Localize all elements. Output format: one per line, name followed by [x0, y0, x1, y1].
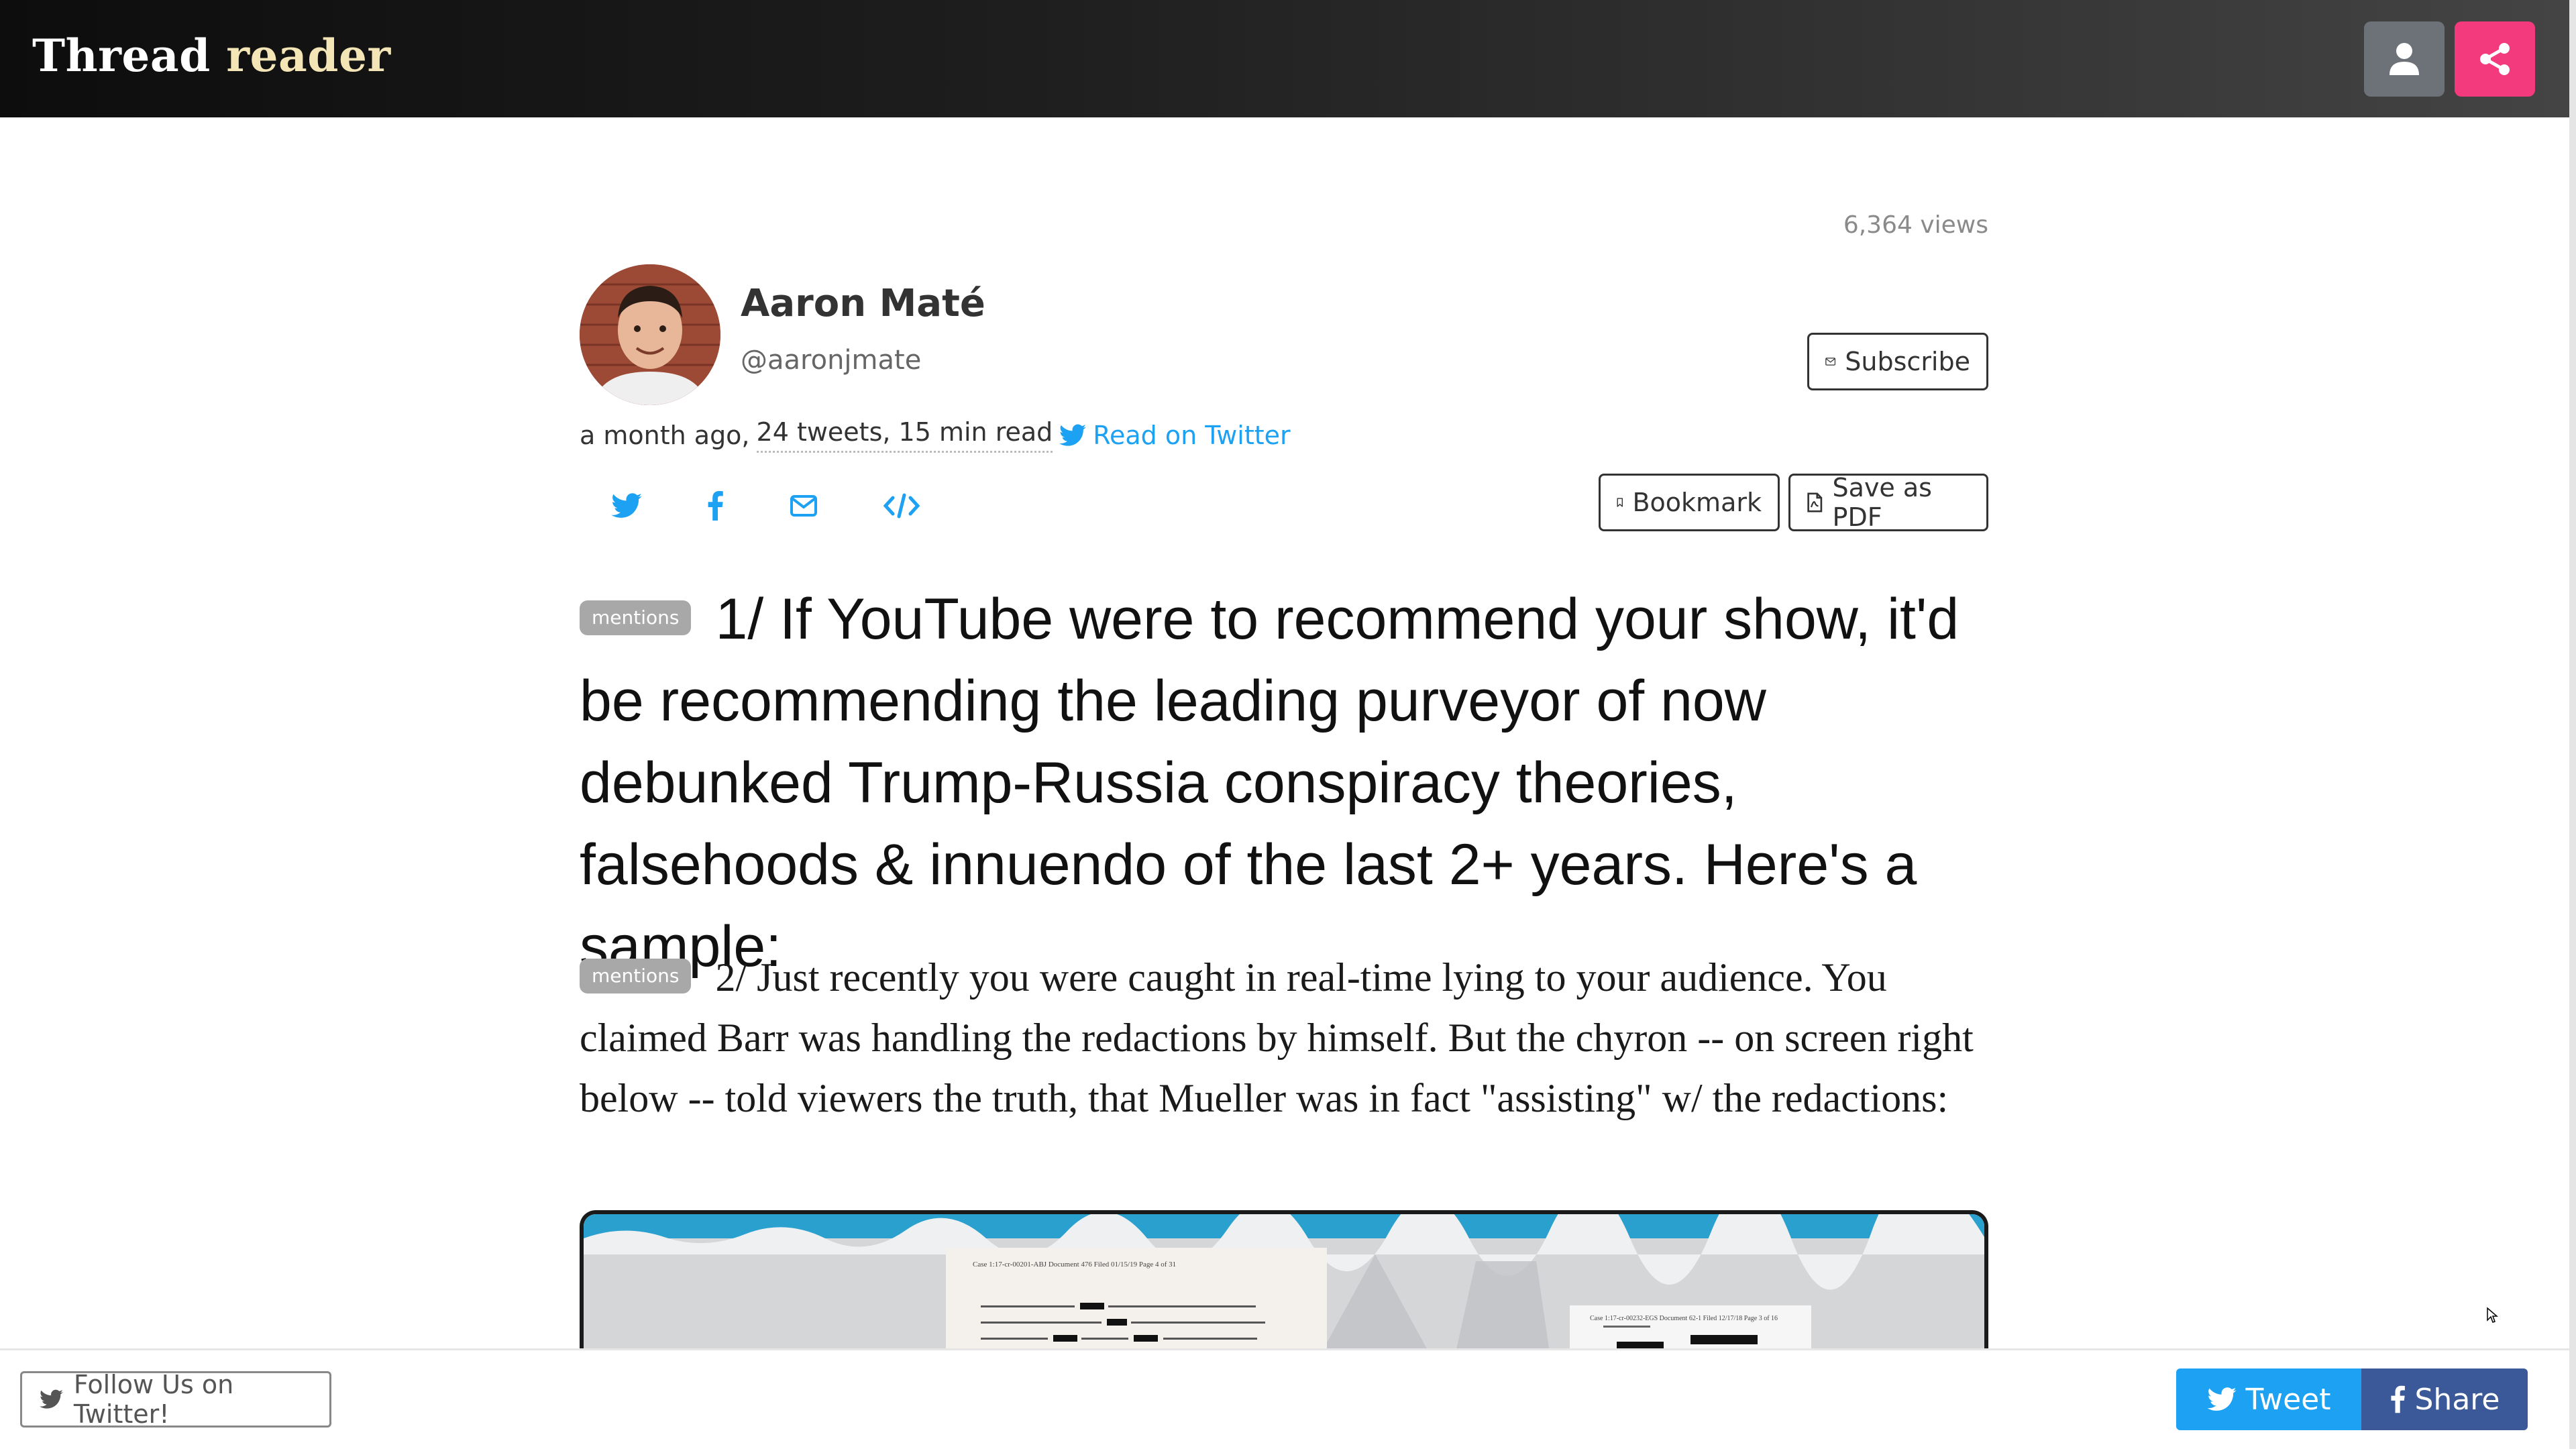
follow-label: Follow Us on Twitter!: [73, 1370, 234, 1429]
embed-icon: [883, 493, 920, 519]
brand-text-reader: reader: [226, 30, 391, 82]
subscribe-button[interactable]: Subscribe: [1807, 333, 1988, 390]
user-account-button[interactable]: [2364, 21, 2445, 97]
twitter-icon: [2206, 1387, 2237, 1411]
twitter-bird-icon: [1059, 424, 1087, 446]
facebook-icon: [2390, 1385, 2405, 1413]
top-navbar: Thread reader: [0, 0, 2569, 117]
tweet-media-image[interactable]: Case 1:17-cr-00201-ABJ Document 476 File…: [580, 1210, 1988, 1348]
subscribe-label: Subscribe: [1845, 347, 1970, 376]
view-count: 6,364 views: [1843, 211, 1988, 239]
read-on-twitter-label: Read on Twitter: [1093, 420, 1291, 450]
bookmark-label: Bookmark: [1632, 488, 1762, 517]
save-as-pdf-button[interactable]: Save as PDF: [1788, 473, 1988, 532]
tweet-button[interactable]: Tweet: [2176, 1368, 2361, 1430]
thread-meta: a month ago, 24 tweets, 15 min read Read…: [580, 417, 1291, 453]
read-on-twitter-link[interactable]: Read on Twitter: [1059, 420, 1291, 450]
envelope-icon: [1825, 358, 1836, 366]
avatar[interactable]: [580, 264, 720, 405]
email-icon: [790, 495, 817, 517]
bookmark-button[interactable]: Bookmark: [1599, 474, 1780, 531]
facebook-icon: [708, 491, 723, 521]
avatar-photo: [580, 264, 720, 405]
embed-code-button[interactable]: [881, 486, 922, 526]
share-twitter-button[interactable]: [606, 486, 647, 526]
pdf-file-icon: [1807, 492, 1823, 513]
brand-text-thread: Thread: [32, 30, 211, 82]
save-as-pdf-label: Save as PDF: [1832, 473, 1932, 532]
share-icon: [2480, 43, 2510, 75]
facebook-share-button[interactable]: Share: [2361, 1368, 2528, 1430]
media-collage: Case 1:17-cr-00201-ABJ Document 476 File…: [584, 1214, 1984, 1348]
share-email-button[interactable]: [784, 486, 824, 526]
tweet-1: mentions 1/ If YouTube were to recommend …: [580, 578, 1988, 987]
mentions-badge[interactable]: mentions: [580, 600, 692, 636]
twitter-icon: [611, 493, 642, 518]
page-scrollbar[interactable]: [2569, 0, 2576, 1449]
author-handle[interactable]: @aaronjmate: [741, 345, 921, 376]
brand-logo[interactable]: Thread reader: [32, 30, 391, 82]
share-menu-button[interactable]: [2455, 21, 2535, 97]
tweet-label: Tweet: [2245, 1382, 2331, 1417]
follow-us-on-twitter-button[interactable]: Follow Us on Twitter!: [20, 1370, 331, 1429]
user-icon: [2390, 43, 2419, 75]
tweet-2: mentions 2/ Just recently you were caught…: [580, 947, 1988, 1128]
mouse-cursor-icon: [2487, 1307, 2498, 1323]
time-ago: a month ago,: [580, 420, 750, 450]
share-label: Share: [2414, 1382, 2500, 1417]
bookmark-icon: [1617, 498, 1623, 507]
tweet-text: 2/ Just recently you were caught in real…: [580, 955, 1974, 1120]
twitter-icon: [40, 1389, 63, 1409]
author-name[interactable]: Aaron Maté: [741, 282, 985, 325]
mentions-badge[interactable]: mentions: [580, 959, 692, 994]
doc2-header: Case 1:17-cr-00232-EGS Document 62-1 Fil…: [1590, 1315, 1778, 1322]
doc1-header: Case 1:17-cr-00201-ABJ Document 476 File…: [973, 1260, 1176, 1269]
share-facebook-button[interactable]: [695, 486, 735, 526]
tweet-text: 1/ If YouTube were to recommend your sho…: [580, 587, 1960, 979]
thread-details: 24 tweets, 15 min read: [756, 417, 1053, 453]
